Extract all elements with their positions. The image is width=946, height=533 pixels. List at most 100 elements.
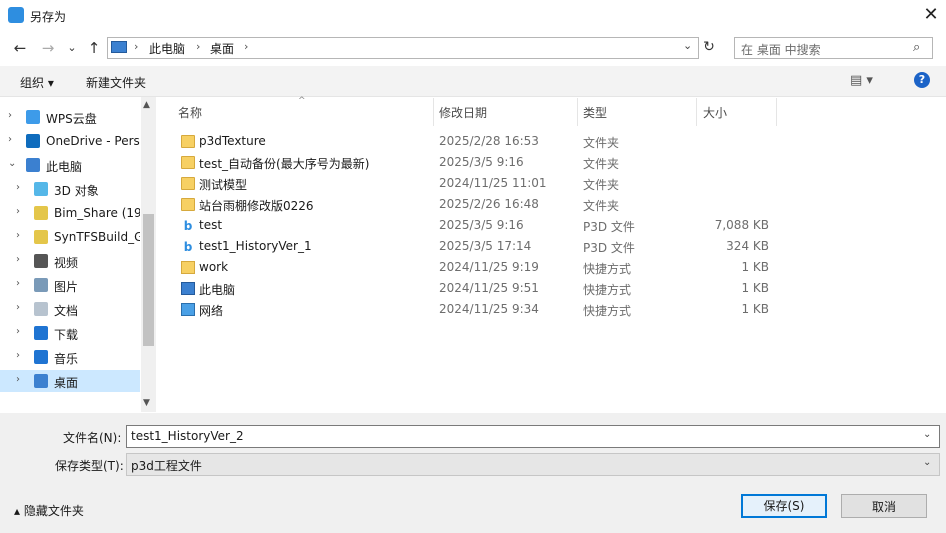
breadcrumb-chevron-icon[interactable]: › [244, 40, 248, 53]
file-row[interactable]: b test 2025/3/5 9:16 P3D 文件 7,088 KB [170, 215, 940, 236]
sidebar-item[interactable]: › WPS云盘 [0, 106, 140, 128]
downloads-icon [34, 326, 48, 340]
sidebar-item[interactable]: ⌄ 此电脑 [0, 154, 140, 176]
sidebar-item-label: Bim_Share (192 [54, 206, 140, 220]
recent-locations-chevron-icon[interactable]: ⌄ [62, 38, 82, 58]
column-header-size[interactable]: 大小 [703, 104, 727, 121]
file-row[interactable]: 网络 2024/11/25 9:34 快捷方式 1 KB [170, 299, 940, 320]
expand-chevron-icon[interactable]: › [16, 230, 20, 241]
sidebar-item[interactable]: › 桌面 [0, 370, 140, 392]
sidebar-item[interactable]: › 视频 [0, 250, 140, 272]
save-type-dropdown-icon[interactable]: ⌄ [923, 457, 931, 468]
sidebar-item-label: 图片 [54, 280, 79, 294]
expand-chevron-icon[interactable]: › [16, 182, 20, 193]
expand-chevron-icon[interactable]: › [8, 110, 12, 121]
onedrive-icon [26, 134, 40, 148]
breadcrumb-chevron-icon[interactable]: › [134, 40, 138, 53]
column-divider[interactable] [577, 98, 578, 126]
scroll-up-icon[interactable]: ▲ [143, 100, 150, 110]
sidebar-item[interactable]: › 3D 对象 [0, 178, 140, 200]
column-divider[interactable] [433, 98, 434, 126]
back-arrow-icon[interactable]: ← [10, 38, 30, 58]
file-row[interactable]: 测试模型 2024/11/25 11:01 文件夹 [170, 173, 940, 194]
file-type: 文件夹 [583, 178, 620, 192]
save-button[interactable]: 保存(S) [741, 494, 827, 518]
search-placeholder: 在 桌面 中搜索 [741, 43, 821, 57]
video-icon [34, 254, 48, 268]
column-divider[interactable] [776, 98, 777, 126]
expand-chevron-icon[interactable]: › [16, 374, 20, 385]
file-date: 2024/11/25 9:34 [439, 302, 539, 316]
sidebar-item[interactable]: › 文档 [0, 298, 140, 320]
file-row[interactable]: work 2024/11/25 9:19 快捷方式 1 KB [170, 257, 940, 278]
file-row[interactable]: 此电脑 2024/11/25 9:51 快捷方式 1 KB [170, 278, 940, 299]
column-divider[interactable] [696, 98, 697, 126]
help-icon[interactable]: ? [914, 72, 930, 88]
cloud-icon [26, 110, 40, 124]
hide-folders-toggle[interactable]: ▴ 隐藏文件夹 [14, 502, 84, 519]
file-size: 7,088 KB [714, 218, 769, 232]
folder-icon [181, 177, 195, 190]
expand-chevron-icon[interactable]: › [16, 254, 20, 265]
nav-scrollbar-thumb[interactable] [143, 214, 154, 346]
save-type-select[interactable]: p3d工程文件 ⌄ [126, 453, 940, 476]
refresh-icon[interactable]: ↻ [700, 37, 718, 57]
expand-chevron-icon[interactable]: › [16, 278, 20, 289]
file-name: 测试模型 [199, 178, 248, 192]
file-name: 网络 [199, 304, 224, 318]
expand-chevron-icon[interactable]: › [8, 134, 12, 145]
sidebar-item[interactable]: › Bim_Share (192 [0, 202, 140, 224]
file-type: P3D 文件 [583, 220, 635, 234]
breadcrumb-item-this-pc[interactable]: 此电脑 [149, 40, 185, 57]
expand-chevron-icon[interactable]: › [16, 206, 20, 217]
address-bar[interactable]: › 此电脑 › 桌面 › ⌄ [107, 37, 699, 59]
sidebar-item[interactable]: › 图片 [0, 274, 140, 296]
save-type-label: 保存类型(T): [55, 459, 124, 473]
scroll-down-icon[interactable]: ▼ [143, 398, 150, 408]
organize-button[interactable]: 组织 ▾ [20, 74, 54, 91]
3d-objects-icon [34, 182, 48, 196]
column-header-name[interactable]: 名称 [178, 104, 202, 121]
search-icon[interactable]: ⌕ [913, 40, 920, 55]
filename-value[interactable]: test1_HistoryVer_2 [131, 429, 244, 443]
search-input[interactable]: 在 桌面 中搜索 ⌕ [734, 37, 933, 59]
breadcrumb-item-desktop[interactable]: 桌面 [210, 40, 234, 57]
file-row[interactable]: p3dTexture 2025/2/28 16:53 文件夹 [170, 131, 940, 152]
file-name: 站台雨棚修改版0226 [199, 199, 314, 213]
sidebar-item-label: 视频 [54, 256, 79, 270]
file-row[interactable]: test_自动备份(最大序号为最新) 2025/3/5 9:16 文件夹 [170, 152, 940, 173]
new-folder-button[interactable]: 新建文件夹 [86, 74, 146, 91]
close-icon[interactable]: ✕ [920, 4, 942, 26]
address-dropdown-icon[interactable]: ⌄ [683, 39, 692, 52]
file-row[interactable]: b test1_HistoryVer_1 2025/3/5 17:14 P3D 文件 3… [170, 236, 940, 257]
file-date: 2025/3/5 9:16 [439, 218, 524, 232]
cancel-button[interactable]: 取消 [841, 494, 927, 518]
filename-dropdown-icon[interactable]: ⌄ [923, 429, 931, 440]
file-date: 2025/3/5 17:14 [439, 239, 532, 253]
forward-arrow-icon[interactable]: → [38, 38, 58, 58]
column-header-type[interactable]: 类型 [583, 104, 607, 121]
expand-chevron-icon[interactable]: › [16, 350, 20, 361]
p3d-file-icon: b [183, 219, 193, 233]
column-header-date[interactable]: 修改日期 [439, 104, 487, 121]
network-shortcut-icon [181, 303, 195, 316]
sidebar-item[interactable]: › SynTFSBuild_G [0, 226, 140, 248]
collapse-chevron-icon[interactable]: ⌄ [8, 158, 16, 169]
filename-input[interactable]: test1_HistoryVer_2 ⌄ [126, 425, 940, 448]
file-date: 2025/3/5 9:16 [439, 155, 524, 169]
file-size: 1 KB [741, 260, 769, 274]
sidebar-item[interactable]: › OneDrive - Perso [0, 130, 140, 152]
file-name: 此电脑 [199, 283, 236, 297]
sidebar-item[interactable]: › 下载 [0, 322, 140, 344]
up-arrow-icon[interactable]: ↑ [84, 38, 104, 58]
expand-chevron-icon[interactable]: › [16, 326, 20, 337]
sidebar-item-label: 文档 [54, 304, 79, 318]
save-type-value[interactable]: p3d工程文件 [131, 457, 202, 474]
title-bar [0, 0, 946, 32]
sidebar-item-label: SynTFSBuild_G [54, 230, 140, 244]
file-row[interactable]: 站台雨棚修改版0226 2025/2/26 16:48 文件夹 [170, 194, 940, 215]
breadcrumb-chevron-icon[interactable]: › [196, 40, 200, 53]
view-options-icon[interactable]: ▤ ▾ [850, 73, 873, 88]
expand-chevron-icon[interactable]: › [16, 302, 20, 313]
sidebar-item[interactable]: › 音乐 [0, 346, 140, 368]
